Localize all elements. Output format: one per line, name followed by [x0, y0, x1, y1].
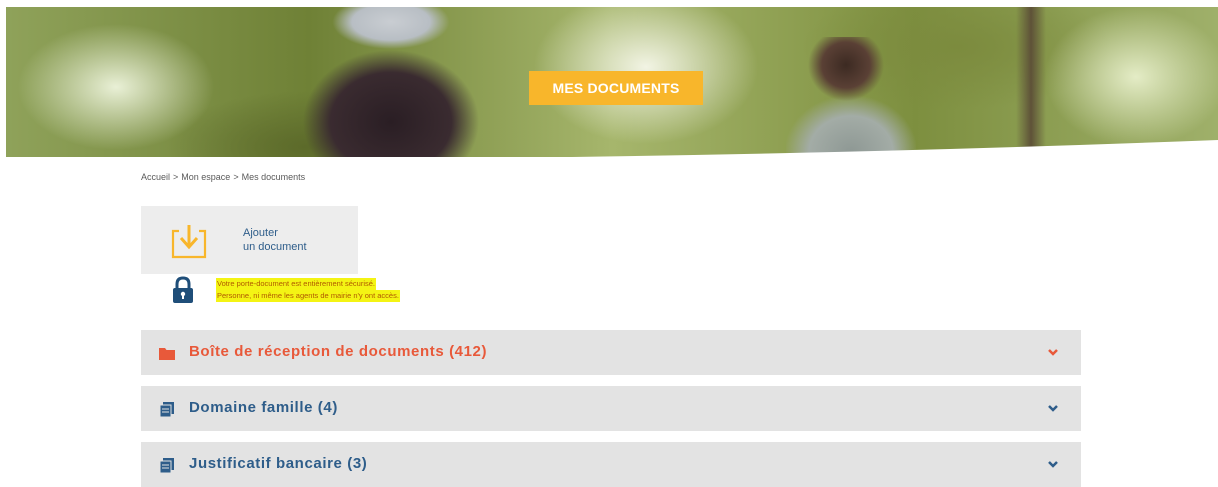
- add-document-button[interactable]: Ajouter un document: [141, 206, 358, 274]
- breadcrumb-current: Mes documents: [241, 172, 306, 182]
- breadcrumb: Accueil > Mon espace > Mes documents: [141, 172, 305, 182]
- folder-icon: [159, 348, 175, 360]
- download-tray-icon: [171, 225, 207, 259]
- security-note: Votre porte-document est entièrement séc…: [216, 278, 400, 302]
- lock-icon: [173, 276, 193, 303]
- breadcrumb-my-space-link[interactable]: Mon espace: [181, 172, 230, 182]
- breadcrumb-separator: >: [173, 172, 179, 182]
- chevron-down-icon[interactable]: [1047, 402, 1059, 414]
- accordion-title: Justificatif bancaire (3): [189, 455, 368, 472]
- breadcrumb-separator: >: [233, 172, 239, 182]
- add-document-label: Ajouter un document: [243, 226, 307, 254]
- documents-icon: [159, 458, 174, 473]
- breadcrumb-home-link[interactable]: Accueil: [141, 172, 170, 182]
- accordion-justificatif-bancaire[interactable]: Justificatif bancaire (3): [141, 442, 1081, 487]
- accordion-inbox[interactable]: Boîte de réception de documents (412): [141, 330, 1081, 375]
- add-document-label-line2: un document: [243, 241, 307, 253]
- hero-curve-divider: [0, 140, 1218, 170]
- add-document-label-line1: Ajouter: [243, 227, 278, 239]
- chevron-down-icon[interactable]: [1047, 346, 1059, 358]
- hero-photo-hat: [326, 7, 456, 52]
- chevron-down-icon[interactable]: [1047, 458, 1059, 470]
- documents-icon: [159, 402, 174, 417]
- accordion-title: Domaine famille (4): [189, 399, 338, 416]
- page-title: MES DOCUMENTS: [529, 71, 703, 105]
- accordion-title: Boîte de réception de documents (412): [189, 343, 488, 360]
- security-note-line2: Personne, ni même les agents de mairie n…: [216, 290, 400, 302]
- security-note-line1: Votre porte-document est entièrement séc…: [216, 278, 376, 290]
- accordion-domaine-famille[interactable]: Domaine famille (4): [141, 386, 1081, 431]
